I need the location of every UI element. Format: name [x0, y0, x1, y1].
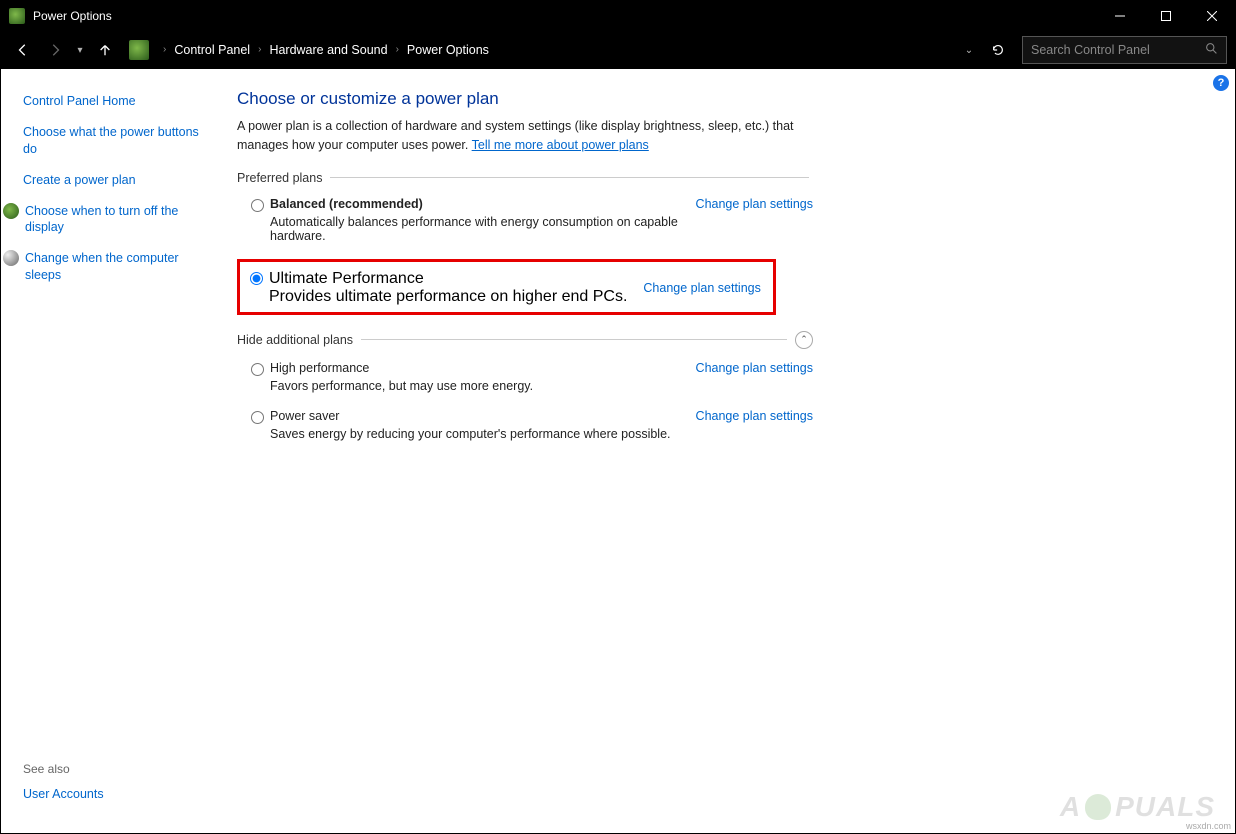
plan-ultimate-desc: Provides ultimate performance on higher …	[269, 288, 627, 306]
sidebar: Control Panel Home Choose what the power…	[1, 69, 221, 833]
plan-ultimate-radio[interactable]	[250, 272, 263, 285]
titlebar: Power Options	[1, 1, 1235, 31]
content: Control Panel Home Choose what the power…	[1, 69, 1235, 833]
maximize-button[interactable]	[1143, 1, 1189, 31]
source-label: wsxdn.com	[1186, 821, 1231, 831]
search-placeholder: Search Control Panel	[1031, 43, 1150, 57]
recent-dropdown[interactable]: ▾	[73, 45, 87, 56]
path-icon	[129, 40, 149, 60]
sidebar-sleep-link[interactable]: Change when the computer sleeps	[25, 250, 211, 284]
sidebar-create-plan-link[interactable]: Create a power plan	[23, 172, 211, 189]
refresh-button[interactable]	[984, 36, 1012, 64]
plan-balanced: Balanced (recommended) Automatically bal…	[237, 195, 813, 257]
sidebar-power-buttons-link[interactable]: Choose what the power buttons do	[23, 124, 211, 158]
plan-balanced-desc: Automatically balances performance with …	[270, 215, 680, 243]
plan-balanced-radio[interactable]	[251, 199, 264, 212]
plan-high-radio[interactable]	[251, 363, 264, 376]
back-button[interactable]	[9, 36, 37, 64]
plan-balanced-name: Balanced (recommended)	[270, 197, 680, 211]
up-button[interactable]	[91, 36, 119, 64]
chevron-right-icon: ›	[254, 36, 265, 64]
window-title: Power Options	[33, 9, 1097, 23]
display-icon	[3, 203, 19, 219]
learn-more-link[interactable]: Tell me more about power plans	[472, 138, 649, 152]
breadcrumb[interactable]: › Control Panel › Hardware and Sound › P…	[155, 36, 954, 64]
forward-button[interactable]	[41, 36, 69, 64]
plan-ultimate-name: Ultimate Performance	[269, 270, 627, 288]
watermark-icon	[1085, 794, 1111, 820]
sleep-icon	[3, 250, 19, 266]
breadcrumb-mid[interactable]: Hardware and Sound	[269, 36, 387, 64]
plan-high-name: High performance	[270, 361, 680, 375]
plan-high: High performance Favors performance, but…	[237, 359, 813, 407]
sidebar-user-accounts-link[interactable]: User Accounts	[23, 786, 211, 803]
collapse-button[interactable]: ⌃	[795, 331, 813, 349]
breadcrumb-leaf[interactable]: Power Options	[407, 36, 489, 64]
close-button[interactable]	[1189, 1, 1235, 31]
breadcrumb-root[interactable]: Control Panel	[174, 36, 250, 64]
sidebar-home-link[interactable]: Control Panel Home	[23, 93, 211, 110]
page-heading: Choose or customize a power plan	[237, 89, 1211, 109]
see-also-label: See also	[23, 762, 211, 776]
search-input[interactable]: Search Control Panel	[1022, 36, 1227, 64]
path-dropdown[interactable]: ⌄	[958, 45, 980, 56]
minimize-button[interactable]	[1097, 1, 1143, 31]
navbar: ▾ › Control Panel › Hardware and Sound ›…	[1, 31, 1235, 69]
help-icon[interactable]: ?	[1213, 75, 1229, 91]
preferred-plans-label: Preferred plans	[237, 171, 809, 185]
app-icon	[9, 8, 25, 24]
plan-saver: Power saver Saves energy by reducing you…	[237, 407, 813, 455]
watermark: APUALS	[1060, 791, 1215, 823]
plan-saver-desc: Saves energy by reducing your computer's…	[270, 427, 680, 441]
chevron-right-icon: ›	[159, 36, 170, 64]
highlighted-plan: Ultimate Performance Provides ultimate p…	[237, 259, 776, 315]
change-settings-saver[interactable]: Change plan settings	[696, 409, 813, 423]
sidebar-display-off-link[interactable]: Choose when to turn off the display	[25, 203, 211, 237]
change-settings-high[interactable]: Change plan settings	[696, 361, 813, 375]
page-description: A power plan is a collection of hardware…	[237, 117, 817, 155]
change-settings-balanced[interactable]: Change plan settings	[696, 197, 813, 211]
plan-saver-radio[interactable]	[251, 411, 264, 424]
plan-high-desc: Favors performance, but may use more ene…	[270, 379, 680, 393]
hide-additional-label: Hide additional plans ⌃	[237, 331, 813, 349]
chevron-right-icon: ›	[392, 36, 403, 64]
search-icon	[1205, 42, 1218, 58]
plan-saver-name: Power saver	[270, 409, 680, 423]
change-settings-ultimate[interactable]: Change plan settings	[643, 281, 760, 295]
main-panel: ? Choose or customize a power plan A pow…	[221, 69, 1235, 833]
